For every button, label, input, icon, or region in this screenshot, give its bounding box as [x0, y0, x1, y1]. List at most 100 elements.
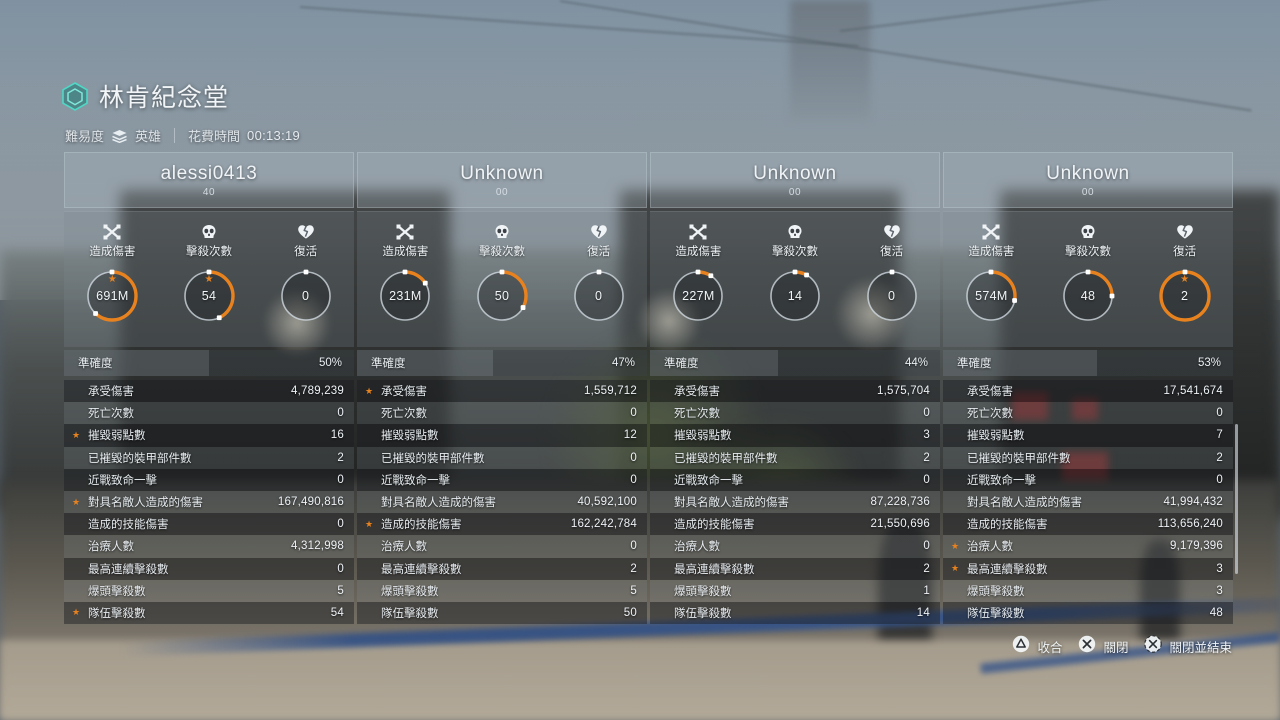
stat-value: 1	[923, 584, 930, 597]
accuracy-row: 準確度 50%	[64, 350, 354, 376]
stat-label: 承受傷害	[967, 386, 1013, 399]
footer-button[interactable]: 收合	[1012, 635, 1062, 658]
stat-value: 0	[337, 518, 344, 531]
stat-label: 最高連續擊殺數	[967, 563, 1048, 576]
stat-row[interactable]: 爆頭擊殺數 1	[650, 579, 940, 602]
accuracy-row: 準確度 53%	[943, 350, 1233, 376]
gauge-skull: 擊殺次數 50	[457, 223, 547, 324]
player-name-card[interactable]: Unknown 00	[357, 152, 647, 208]
stat-row[interactable]: 對具名敵人造成的傷害 41,994,432	[943, 490, 1233, 514]
stat-row[interactable]: 爆頭擊殺數 5	[357, 579, 647, 602]
mission-title-row: 林肯紀念堂	[62, 78, 300, 114]
stat-row[interactable]: 爆頭擊殺數 3	[943, 579, 1233, 602]
stat-row[interactable]: 近戰致命一擊 0	[650, 468, 940, 491]
stat-row[interactable]: 死亡次數 0	[357, 402, 647, 425]
stat-row[interactable]: 摧毀弱點數 7	[943, 424, 1233, 447]
player-name-card[interactable]: alessi0413 40	[64, 152, 354, 208]
stat-label: 最高連續擊殺數	[381, 563, 462, 576]
gauge-ring: 48	[1060, 268, 1116, 324]
stat-row[interactable]: 近戰致命一擊 0	[943, 468, 1233, 491]
stat-row[interactable]: 造成的技能傷害 0	[64, 513, 354, 536]
stat-row[interactable]: 造成的技能傷害 113,656,240	[943, 513, 1233, 536]
skull-icon	[493, 223, 511, 240]
gauge-ring: 231M	[377, 268, 433, 324]
stat-label: 死亡次數	[88, 408, 134, 421]
stat-row[interactable]: 對具名敵人造成的傷害 87,228,736	[650, 490, 940, 514]
stat-value: 5	[630, 584, 637, 597]
meta-divider	[174, 128, 176, 143]
stat-row[interactable]: 隊伍擊殺數 14	[650, 601, 940, 625]
stat-row[interactable]: 爆頭擊殺數 5	[64, 579, 354, 602]
gauge-ring: 227M	[670, 268, 726, 324]
stat-row[interactable]: 已摧毀的裝甲部件數 2	[943, 446, 1233, 469]
stat-row[interactable]: 已摧毀的裝甲部件數 2	[650, 446, 940, 469]
stat-row[interactable]: 摧毀弱點數 12	[357, 424, 647, 447]
player-gauge-group: 造成傷害 227M 擊殺次數 14 復活 0	[650, 211, 940, 347]
stat-value: 167,490,816	[277, 496, 344, 509]
hexagon-icon	[62, 81, 88, 111]
stat-row[interactable]: 隊伍擊殺數 48	[943, 601, 1233, 625]
stat-label: 爆頭擊殺數	[88, 585, 146, 598]
stat-value: 0	[337, 407, 344, 420]
stat-row[interactable]: 死亡次數 0	[64, 402, 354, 425]
stat-value: 14	[916, 606, 930, 619]
stat-row[interactable]: 近戰致命一擊 0	[357, 468, 647, 491]
stat-value: 0	[630, 407, 637, 420]
stat-row[interactable]: 摧毀弱點數 3	[650, 424, 940, 447]
stat-label: 爆頭擊殺數	[381, 585, 439, 598]
stat-row[interactable]: ★ 對具名敵人造成的傷害 167,490,816	[64, 490, 354, 514]
stat-row[interactable]: 已摧毀的裝甲部件數 0	[357, 446, 647, 469]
stat-value: 0	[337, 473, 344, 486]
star-icon: ★	[72, 607, 81, 618]
crossed-swords-icon	[689, 223, 707, 240]
gauge-label: 造成傷害	[89, 246, 136, 258]
stat-row[interactable]: 承受傷害 17,541,674	[943, 380, 1233, 403]
player-name-card[interactable]: Unknown 00	[650, 152, 940, 208]
skull-icon	[786, 223, 804, 240]
stat-row[interactable]: 死亡次數 0	[650, 402, 940, 425]
stat-row[interactable]: 隊伍擊殺數 50	[357, 601, 647, 625]
stat-row[interactable]: ★ 摧毀弱點數 16	[64, 424, 354, 447]
stat-row[interactable]: 治療人數 4,312,998	[64, 535, 354, 558]
stat-row[interactable]: ★ 隊伍擊殺數 54	[64, 601, 354, 625]
stat-value: 0	[923, 473, 930, 486]
stat-row[interactable]: 近戰致命一擊 0	[64, 468, 354, 491]
gauge-label: 復活	[880, 246, 904, 258]
stat-label: 造成的技能傷害	[674, 519, 755, 532]
stat-row[interactable]: 最高連續擊殺數 2	[650, 557, 940, 580]
mending-heart-icon	[590, 223, 608, 240]
stats-scrollbar[interactable]	[1235, 424, 1238, 574]
chevron-stack-icon	[111, 129, 128, 143]
stat-row[interactable]: ★ 最高連續擊殺數 3	[943, 557, 1233, 580]
crossed-swords-icon	[982, 223, 1000, 240]
stat-row[interactable]: 最高連續擊殺數 0	[64, 557, 354, 580]
gauge-skull: 擊殺次數 48	[1043, 223, 1133, 324]
playstation-triangle-icon	[1012, 635, 1030, 658]
player-name-card[interactable]: Unknown 00	[943, 152, 1233, 208]
stat-row[interactable]: 最高連續擊殺數 2	[357, 557, 647, 580]
stat-row[interactable]: 治療人數 0	[357, 535, 647, 558]
stat-row[interactable]: 造成的技能傷害 21,550,696	[650, 513, 940, 536]
stat-value: 40,592,100	[577, 496, 637, 509]
gauge-label: 復活	[587, 246, 611, 258]
stat-row[interactable]: ★ 造成的技能傷害 162,242,784	[357, 513, 647, 536]
footer-button[interactable]: 關閉並結束	[1144, 635, 1232, 658]
gauge-mending-heart: 復活 ★ 2	[1140, 223, 1230, 324]
stat-row[interactable]: 死亡次數 0	[943, 402, 1233, 425]
stat-value: 87,228,736	[870, 496, 930, 509]
star-icon: ★	[951, 540, 960, 551]
gauge-value: 50	[494, 289, 510, 303]
star-icon: ★	[365, 518, 374, 529]
footer-button[interactable]: 關閉	[1078, 635, 1128, 658]
gauge-label: 擊殺次數	[478, 246, 525, 258]
stat-row[interactable]: 承受傷害 4,789,239	[64, 380, 354, 403]
stat-row[interactable]: 已摧毀的裝甲部件數 2	[64, 446, 354, 469]
stat-row[interactable]: ★ 治療人數 9,179,396	[943, 535, 1233, 558]
stat-row[interactable]: 治療人數 0	[650, 535, 940, 558]
stat-row[interactable]: 對具名敵人造成的傷害 40,592,100	[357, 490, 647, 514]
gauge-value: 2	[1181, 289, 1189, 303]
stat-row[interactable]: ★ 承受傷害 1,559,712	[357, 380, 647, 403]
player-level: 40	[202, 186, 216, 198]
stat-row[interactable]: 承受傷害 1,575,704	[650, 380, 940, 403]
player-gauge-group: 造成傷害 231M 擊殺次數 50 復活 0	[357, 211, 647, 347]
